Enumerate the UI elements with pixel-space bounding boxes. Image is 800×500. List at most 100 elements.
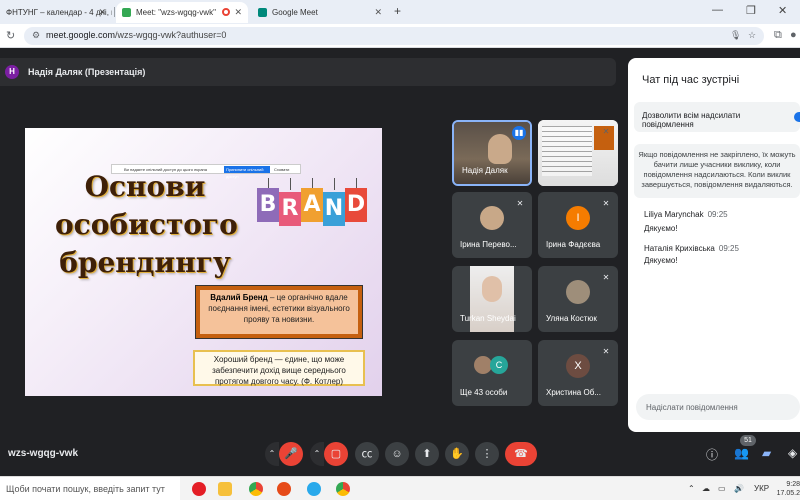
muted-icon: ✕ — [602, 273, 610, 282]
activities-icon[interactable]: ◈ — [788, 446, 797, 460]
profile-icon[interactable]: ● — [790, 29, 797, 41]
app-icon[interactable] — [277, 482, 291, 496]
presentation-slide: Ви надаєте спільний доступ до цього екра… — [25, 128, 382, 396]
presenter-bar: Н Надія Даляк (Презентація) — [0, 58, 616, 86]
participant-name: Ірина Фадєєва — [546, 240, 601, 249]
participant-face — [482, 276, 502, 302]
close-window-icon[interactable]: ✕ — [778, 4, 787, 17]
participant-tile[interactable]: ✕ — [538, 120, 618, 186]
meeting-details-icon[interactable]: ⓘ — [706, 446, 718, 463]
avatar: Н — [5, 65, 19, 79]
telegram-icon[interactable] — [307, 482, 321, 496]
brand-letter-tag: R — [279, 192, 301, 226]
clock-time: 9:28 — [786, 481, 800, 488]
hide-button[interactable]: Сховати — [274, 167, 289, 172]
more-participants-tile[interactable]: С Ще 43 особи — [452, 340, 532, 406]
avatar — [566, 280, 590, 304]
language-indicator[interactable]: УКР — [754, 484, 769, 493]
slide-title-line: брендингу — [59, 246, 231, 279]
mic-toggle-button[interactable]: 🎤 — [279, 442, 303, 466]
url-field[interactable]: ⚙ meet.google.com/wzs-wgqg-vwk?authuser=… — [24, 27, 764, 45]
definition-term: Вдалий Бренд — [210, 293, 268, 302]
bookmark-star-icon[interactable]: ☆ — [748, 30, 756, 41]
opera-icon[interactable] — [192, 482, 206, 496]
reactions-button[interactable]: ☺ — [385, 442, 409, 466]
muted-icon: ✕ — [516, 199, 524, 208]
close-icon[interactable]: ✕ — [234, 7, 242, 18]
file-explorer-icon[interactable] — [218, 482, 232, 496]
brand-letter-tag: A — [301, 188, 323, 222]
meeting-code: wzs-wgqg-vwk — [8, 448, 79, 459]
message-author: Наталія Крихівська 09:25 — [644, 244, 739, 253]
chrome-icon[interactable] — [336, 482, 350, 496]
message-text: Дякуємо! — [644, 224, 678, 233]
chat-input[interactable]: Надіслати повідомлення — [636, 394, 800, 420]
minimize-icon[interactable]: — — [712, 4, 723, 16]
participant-name: Ірина Перево... — [460, 240, 517, 249]
participant-tile[interactable]: Х ✕ Христина Об... — [538, 340, 618, 406]
browser-tab-meet[interactable]: Meet: "wzs-wgqg-vwk" ✕ — [116, 2, 248, 23]
participant-tile[interactable]: Turkan Sheydai — [452, 266, 532, 332]
taskbar-search-input[interactable]: Щоби почати пошук, введіть запит тут — [0, 477, 180, 500]
meet-favicon-icon — [122, 8, 131, 17]
participant-tile[interactable]: ✕ Ірина Перево... — [452, 192, 532, 258]
leave-call-button[interactable]: ☎ — [505, 442, 537, 466]
url-text: meet.google.com/wzs-wgqg-vwk?authuser=0 — [46, 30, 227, 40]
browser-tab-calendar[interactable]: ФНТУНГ – календар - 4 дні, п ✕ — [0, 2, 112, 23]
close-icon[interactable]: ✕ — [374, 7, 382, 18]
tab-title: Google Meet — [272, 8, 318, 17]
brand-letter-tag: N — [323, 192, 345, 226]
document-preview — [542, 126, 592, 176]
system-clock[interactable]: 9:28 17.05.2 — [772, 480, 800, 498]
extensions-icon[interactable]: ⧉ — [774, 29, 782, 42]
site-info-icon[interactable]: ⚙ — [32, 30, 40, 41]
participant-count-badge: 51 — [740, 435, 756, 446]
muted-icon: ✕ — [602, 127, 610, 136]
participant-name: Христина Об... — [546, 388, 601, 397]
maximize-icon[interactable]: ❐ — [746, 4, 756, 17]
raise-hand-button[interactable]: ✋ — [445, 442, 469, 466]
participant-tile[interactable]: ✕ Уляна Костюк — [538, 266, 618, 332]
avatar: Х — [566, 354, 590, 378]
microphone-icon[interactable]: 🎙 — [730, 30, 741, 41]
meet-favicon-icon — [258, 8, 267, 17]
new-tab-button[interactable]: + — [394, 4, 401, 18]
battery-icon[interactable]: ▭ — [718, 484, 726, 493]
network-icon[interactable]: ☁ — [702, 484, 710, 493]
participant-name: Уляна Костюк — [546, 314, 597, 323]
message-text: Дякуємо! — [644, 256, 678, 265]
allow-messages-setting: Дозволити всім надсилати повідомлення — [634, 102, 800, 132]
brand-letter-tag: D — [345, 188, 367, 222]
camera-options-chevron-icon[interactable]: ⌃ — [310, 442, 324, 466]
allow-messages-toggle[interactable] — [794, 112, 800, 122]
tab-divider — [114, 7, 115, 17]
browser-tab-bar: ФНТУНГ – календар - 4 дні, п ✕ Meet: "wz… — [0, 0, 800, 24]
volume-icon[interactable]: 🔊 — [734, 484, 744, 493]
browser-tab-google-meet[interactable]: Google Meet ✕ — [252, 2, 388, 23]
chrome-icon[interactable] — [249, 482, 263, 496]
avatar: С — [490, 356, 508, 374]
tab-title: Meet: "wzs-wgqg-vwk" — [136, 8, 216, 17]
reload-icon[interactable]: ↻ — [6, 29, 15, 42]
participant-tile[interactable]: І ✕ Ірина Фадєєва — [538, 192, 618, 258]
speaking-indicator-icon: ▮▮ — [512, 126, 526, 140]
mic-options-chevron-icon[interactable]: ⌃ — [265, 442, 279, 466]
brand-tags-image: B R A N D — [257, 178, 367, 228]
captions-button[interactable]: ㏄ — [355, 442, 379, 466]
more-options-button[interactable]: ⋮ — [475, 442, 499, 466]
chat-icon[interactable]: ▰ — [762, 446, 771, 460]
avatar — [480, 206, 504, 230]
participant-name: Turkan Sheydai — [460, 314, 516, 323]
people-icon[interactable]: 👥 — [734, 446, 749, 460]
participant-tile[interactable]: ▮▮ Надія Даляк — [452, 120, 532, 186]
muted-icon: ✕ — [602, 199, 610, 208]
slide-title-line: особистого — [55, 208, 238, 241]
close-icon[interactable]: ✕ — [98, 7, 106, 18]
slide-title-line: Основи — [84, 170, 206, 203]
present-screen-button[interactable]: ⬆ — [415, 442, 439, 466]
chat-panel: Чат під час зустрічі Дозволити всім надс… — [628, 58, 800, 432]
participant-name: Ще 43 особи — [460, 388, 508, 397]
camera-toggle-button[interactable]: ▢ — [324, 442, 348, 466]
tray-chevron-icon[interactable]: ⌃ — [688, 484, 695, 493]
muted-icon: ✕ — [602, 347, 610, 356]
